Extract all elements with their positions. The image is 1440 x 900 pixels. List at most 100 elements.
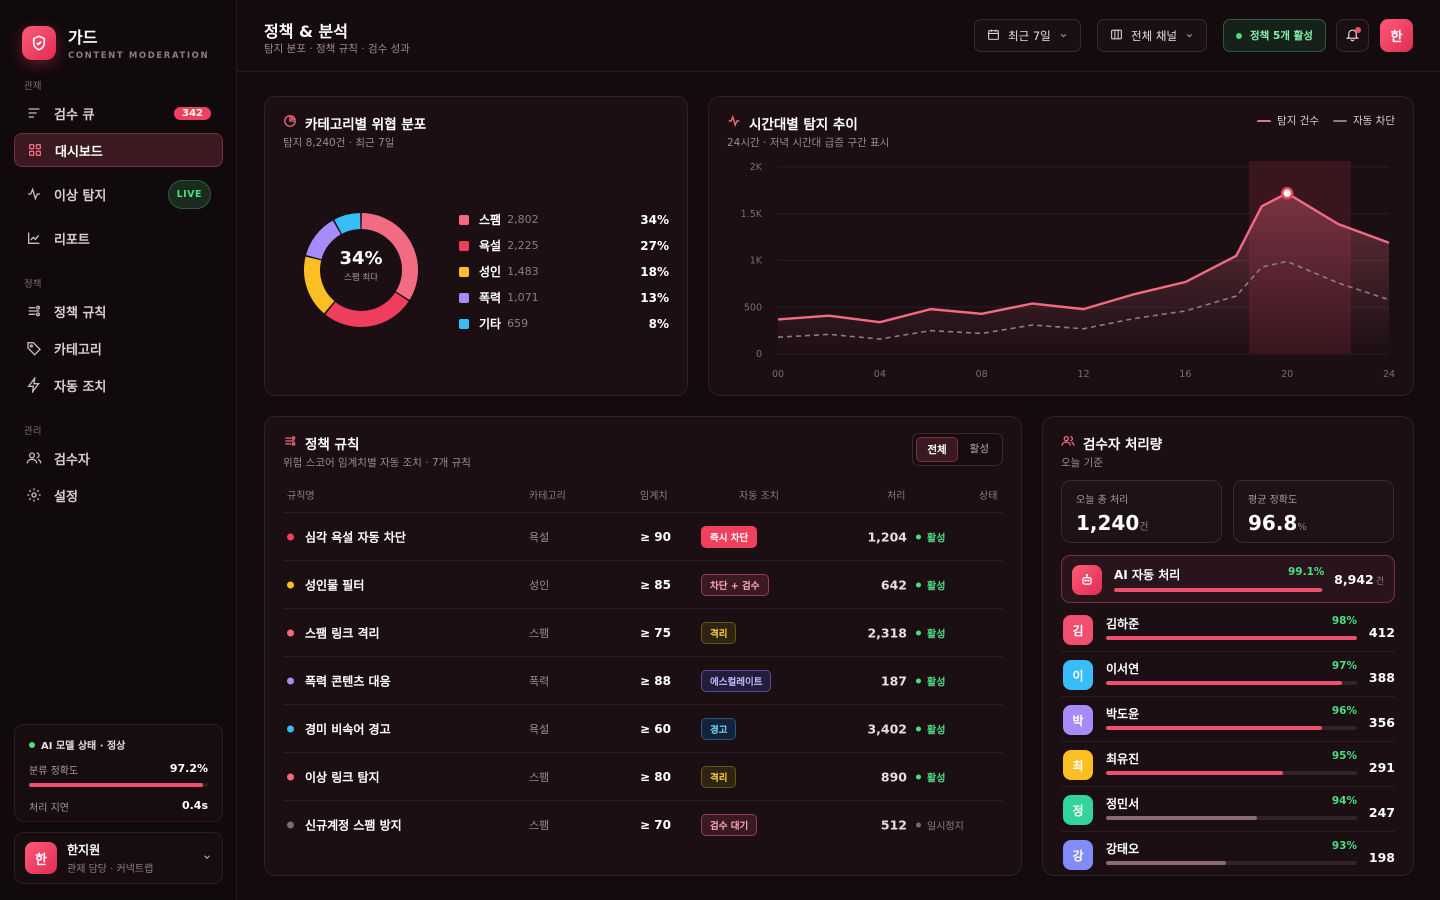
filter-active[interactable]: 활성: [960, 437, 999, 462]
ai-proc-count: 8,942: [1334, 572, 1374, 587]
channel-select[interactable]: 전체 채널: [1097, 19, 1207, 52]
rule-name: 폭력 콘텐츠 대응: [305, 674, 391, 688]
x-tick-label: 04: [874, 369, 886, 380]
sidebar-item-settings[interactable]: 설정: [14, 478, 223, 512]
status-label: 활성: [927, 773, 946, 784]
status-badge[interactable]: 활성: [916, 673, 945, 688]
status-ok-icon: [29, 741, 35, 748]
status-badge[interactable]: 활성: [916, 721, 945, 736]
filter-all[interactable]: 전체: [916, 437, 958, 462]
y-tick-label: 0: [756, 349, 762, 360]
sidebar-item-label: 리포트: [54, 232, 90, 248]
category-dot: [287, 773, 294, 780]
policy-status-button[interactable]: 정책 5개 활성: [1223, 19, 1326, 52]
sidebar-item-review-queue[interactable]: 검수 큐 342: [14, 96, 223, 130]
card-subtitle: 위험 스코어 임계치별 자동 조치 · 7개 규칙: [283, 457, 471, 469]
table-row[interactable]: 경미 비속어 경고 욕설 ≥ 60 경고 3,402 활성: [283, 704, 1003, 752]
legend-item: 욕설 2,225 27%: [459, 237, 669, 254]
table-row[interactable]: 폭력 콘텐츠 대응 폭력 ≥ 88 에스컬레이트 187 활성: [283, 656, 1003, 704]
reviewer-row[interactable]: 정 정민서 94% 247: [1061, 787, 1395, 832]
rule-processed: 512: [880, 817, 907, 832]
sidebar-item-label: 설정: [54, 489, 78, 505]
queue-count-badge: 342: [174, 106, 211, 120]
sidebar-item-label: 검수자: [54, 452, 90, 468]
reviewer-count: 198: [1368, 850, 1395, 865]
reviewer-row[interactable]: 최 최유진 95% 291: [1061, 742, 1395, 787]
section-label-policy: 정책: [24, 279, 42, 290]
table-row[interactable]: 신규계정 스팸 방지 스팸 ≥ 70 검수 대기 512 일시정지: [283, 800, 1003, 848]
category-dot: [287, 581, 294, 588]
reviewer-row[interactable]: 이 이서연 97% 388: [1061, 652, 1395, 697]
sidebar-item-dashboard[interactable]: 대시보드: [14, 133, 223, 167]
category-dot: [287, 629, 294, 636]
channel-label: 전체 채널: [1131, 28, 1177, 43]
robot-icon: [1072, 565, 1102, 595]
stat-value: 96.8: [1248, 511, 1298, 535]
rule-category: 스팸: [529, 818, 550, 832]
reviewer-name: 정민서: [1106, 797, 1140, 811]
sidebar-item-categories[interactable]: 카테고리: [14, 331, 223, 365]
status-badge[interactable]: 활성: [916, 769, 945, 784]
status-badge[interactable]: 일시정지: [916, 817, 964, 832]
sidebar-item-policy-rules[interactable]: 정책 규칙: [14, 294, 223, 328]
queue-icon: [26, 105, 42, 121]
status-label: 활성: [927, 533, 946, 544]
reviewer-row[interactable]: 강 강태오 93% 198: [1061, 832, 1395, 877]
reviewer-throughput-card: 검수자 처리량 오늘 기준 오늘 총 처리 1,240건 평균 정확도 96.8…: [1042, 416, 1414, 876]
brand[interactable]: 가드 CONTENT MODERATION: [22, 24, 209, 61]
shield-logo-icon: [22, 25, 56, 60]
status-badge[interactable]: 활성: [916, 577, 945, 592]
reviewer-row[interactable]: 김 김하준 98% 412: [1061, 607, 1395, 652]
notification-dot: [1355, 27, 1361, 33]
table-row[interactable]: 이상 링크 탐지 스팸 ≥ 80 격리 890 활성: [283, 752, 1003, 800]
reviewer-row[interactable]: 박 박도윤 96% 356: [1061, 697, 1395, 742]
reviewer-count: 356: [1368, 715, 1395, 730]
category-distribution-card: 카테고리별 위협 분포 탐지 8,240건 · 최근 7일 34% 스팸 최다 …: [264, 96, 688, 396]
legend-name: 기타: [479, 317, 502, 331]
status-badge[interactable]: 활성: [916, 625, 945, 640]
table-row[interactable]: 스팸 링크 격리 스팸 ≥ 75 격리 2,318 활성: [283, 608, 1003, 656]
avatar: 최: [1063, 750, 1093, 780]
ai-auto-processing-row[interactable]: AI 자동 처리 99.1% 8,942 건: [1061, 555, 1395, 603]
legend-name: 스팸: [479, 213, 502, 227]
period-select[interactable]: 최근 7일: [974, 19, 1081, 52]
sidebar-item-anomaly[interactable]: 이상 탐지 LIVE: [14, 177, 223, 211]
rule-threshold: ≥ 80: [640, 769, 671, 784]
rules-icon: [26, 303, 42, 319]
donut-center-label: 스팸 최다: [344, 273, 378, 283]
legend-item: 스팸 2,802 34%: [459, 211, 669, 228]
avatar: 정: [1063, 795, 1093, 825]
user-profile[interactable]: 한 한지원 관제 담당 · 커넥트랩: [14, 832, 223, 884]
rule-processed: 642: [880, 577, 907, 592]
legend-swatch: [459, 318, 469, 329]
page-subtitle: 탐지 분포 · 정책 규칙 · 검수 성과: [264, 43, 410, 55]
rule-processed: 2,318: [867, 625, 907, 640]
ai-status-title: AI 모델 상태 · 정상: [41, 741, 126, 752]
reviewer-name: 김하준: [1106, 617, 1140, 631]
table-row[interactable]: 심각 욕설 자동 차단 욕설 ≥ 90 즉시 차단 1,204 활성: [283, 512, 1003, 560]
notifications-button[interactable]: [1336, 19, 1369, 52]
ai-model-status: AI 모델 상태 · 정상 분류 정확도 97.2% 처리 지연 0.4s: [14, 724, 223, 822]
sidebar-item-reports[interactable]: 리포트: [14, 221, 223, 255]
sidebar-item-reviewers[interactable]: 검수자: [14, 441, 223, 475]
legend-count: 2,802: [507, 213, 539, 226]
rule-category: 스팸: [529, 626, 550, 640]
status-badge[interactable]: 활성: [916, 529, 945, 544]
avatar[interactable]: 한: [1380, 19, 1413, 52]
sidebar-item-auto-actions[interactable]: 자동 조치: [14, 368, 223, 402]
category-dot: [287, 533, 294, 540]
status-dot-icon: [1236, 32, 1242, 39]
peak-point[interactable]: [1280, 186, 1294, 200]
reviewer-progress-fill: [1106, 636, 1357, 640]
accuracy-bar-fill: [29, 783, 203, 787]
policy-rules-card: 정책 규칙 위험 스코어 임계치별 자동 조치 · 7개 규칙 전체 활성 규칙…: [264, 416, 1022, 876]
reviewer-progress-bar: [1106, 771, 1357, 775]
reviewer-progress-bar: [1106, 816, 1357, 820]
table-row[interactable]: 성인물 필터 성인 ≥ 85 차단 + 검수 642 활성: [283, 560, 1003, 608]
gear-icon: [26, 487, 42, 503]
rules-icon: [283, 434, 297, 452]
rule-processed: 1,204: [867, 529, 907, 544]
card-subtitle: 탐지 8,240건 · 최근 7일: [283, 137, 395, 149]
rule-category: 욕설: [529, 722, 550, 736]
users-icon: [1061, 434, 1075, 452]
